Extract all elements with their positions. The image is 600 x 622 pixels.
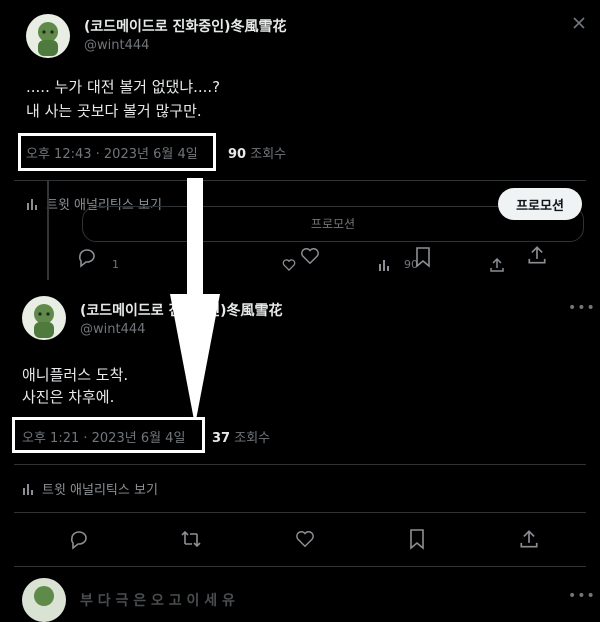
view-count-label: 조회수 <box>250 147 287 162</box>
bar-chart-icon <box>22 482 36 496</box>
view-count: 37 조회수 <box>212 427 270 446</box>
tweet-text-line: 사진은 차후에. <box>22 388 115 406</box>
divider <box>14 464 586 465</box>
user-handle[interactable]: @wint444 <box>84 38 149 53</box>
reply-count: 1 <box>112 258 119 271</box>
view-count-number: 37 <box>212 431 231 446</box>
view-count: 90 조회수 <box>228 143 286 162</box>
tweet-text-line: 애니플러스 도착. <box>22 366 129 384</box>
more-options-icon[interactable]: ••• <box>568 300 596 316</box>
share-icon[interactable] <box>490 258 504 272</box>
close-icon[interactable] <box>572 16 586 30</box>
view-count-label: 조회수 <box>234 431 271 446</box>
reply-icon[interactable] <box>76 246 98 268</box>
tweet-text-line: 내 사는 곳보다 볼거 많구만. <box>26 102 202 120</box>
down-arrow-annotation <box>170 178 220 420</box>
bar-chart-icon[interactable] <box>378 258 392 272</box>
timestamp[interactable]: 오후 1:21 · 2023년 6월 4일 <box>22 427 185 446</box>
avatar[interactable] <box>26 14 70 58</box>
avatar[interactable] <box>22 296 66 340</box>
timestamp[interactable]: 오후 12:43 · 2023년 6월 4일 <box>26 143 198 162</box>
user-handle[interactable]: @wint444 <box>80 322 145 337</box>
thread-line <box>47 180 49 280</box>
display-name-partial: 부 다 극 은 오 고 이 세 유 <box>80 593 235 609</box>
promotion-card-label: 프로모션 <box>310 217 356 231</box>
analytics-label: 트윗 애널리틱스 보기 <box>42 483 158 498</box>
share-icon[interactable] <box>520 530 538 548</box>
bookmark-icon[interactable] <box>408 528 426 550</box>
display-name[interactable]: (코드메이드로 진화중인)冬風雪花 <box>84 16 286 36</box>
tweet-text-line: ..... 누가 대전 볼거 없댔냐....? <box>26 78 221 96</box>
share-icon[interactable] <box>528 246 546 264</box>
retweet-icon[interactable] <box>180 529 202 549</box>
view-count-number: 90 <box>228 147 247 162</box>
divider <box>14 566 586 567</box>
tweet-analytics-link[interactable]: 트윗 애널리틱스 보기 <box>22 479 158 498</box>
like-icon[interactable] <box>282 258 296 272</box>
bookmark-icon[interactable] <box>414 246 432 268</box>
avatar[interactable] <box>22 578 66 622</box>
divider <box>14 512 586 513</box>
bar-chart-icon <box>26 197 40 211</box>
promote-button[interactable]: 프로모션 <box>498 188 582 220</box>
reply-icon[interactable] <box>68 528 90 550</box>
like-icon[interactable] <box>294 529 316 549</box>
more-options-icon[interactable]: ••• <box>568 588 596 604</box>
divider <box>14 180 586 181</box>
like-icon[interactable] <box>300 246 320 266</box>
